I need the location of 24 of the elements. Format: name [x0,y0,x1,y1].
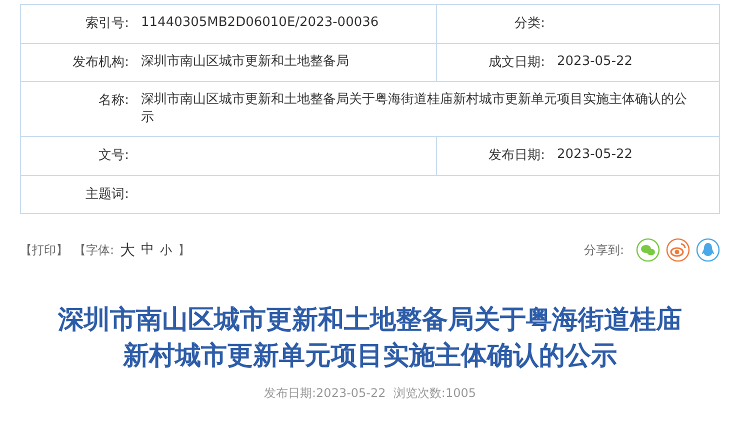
font-size-link[interactable]: 小 [160,241,172,259]
article-meta: 发布日期:2023-05-22 浏览次数:1005 [263,385,477,402]
print-link[interactable]: 【打印】 [20,241,68,259]
font-size-link[interactable]: 大 [120,238,136,262]
field-label: 分类: [514,15,546,33]
bracket-text: 】 [178,242,190,259]
font-size-label: 【字体: [74,242,114,259]
field-value: 2023-05-22 [557,146,634,164]
field-label: 索引号: [84,15,130,33]
field-value: 深圳市南山区城市更新和土地整备局关于粤海街道桂庙新村城市更新单元项目实施主体确认的公示 [141,91,688,127]
field-label: 文号: [98,147,130,165]
chat-bubbles-icon[interactable] [636,238,660,262]
article-title: 深圳市南山区城市更新和土地整备局关于粤海街道桂庙新村城市更新单元项目实施主体确认的公示 [56,304,683,373]
field-label: 主题词: [84,186,130,204]
penguin-icon[interactable] [696,238,720,262]
field-label: 发布机构: [72,54,130,72]
field-value: 2023-05-22 [557,52,634,70]
field-value: 11440305MB2D06010E/2023-00036 [141,14,380,32]
font-size-link[interactable]: 中 [141,240,154,260]
field-value: 深圳市南山区城市更新和土地整备局 [141,52,350,70]
field-label: 发布日期: [488,147,546,165]
field-label: 成文日期: [488,54,546,72]
field-label: 名称: [98,92,130,110]
share-label: 分享到: [584,242,624,259]
